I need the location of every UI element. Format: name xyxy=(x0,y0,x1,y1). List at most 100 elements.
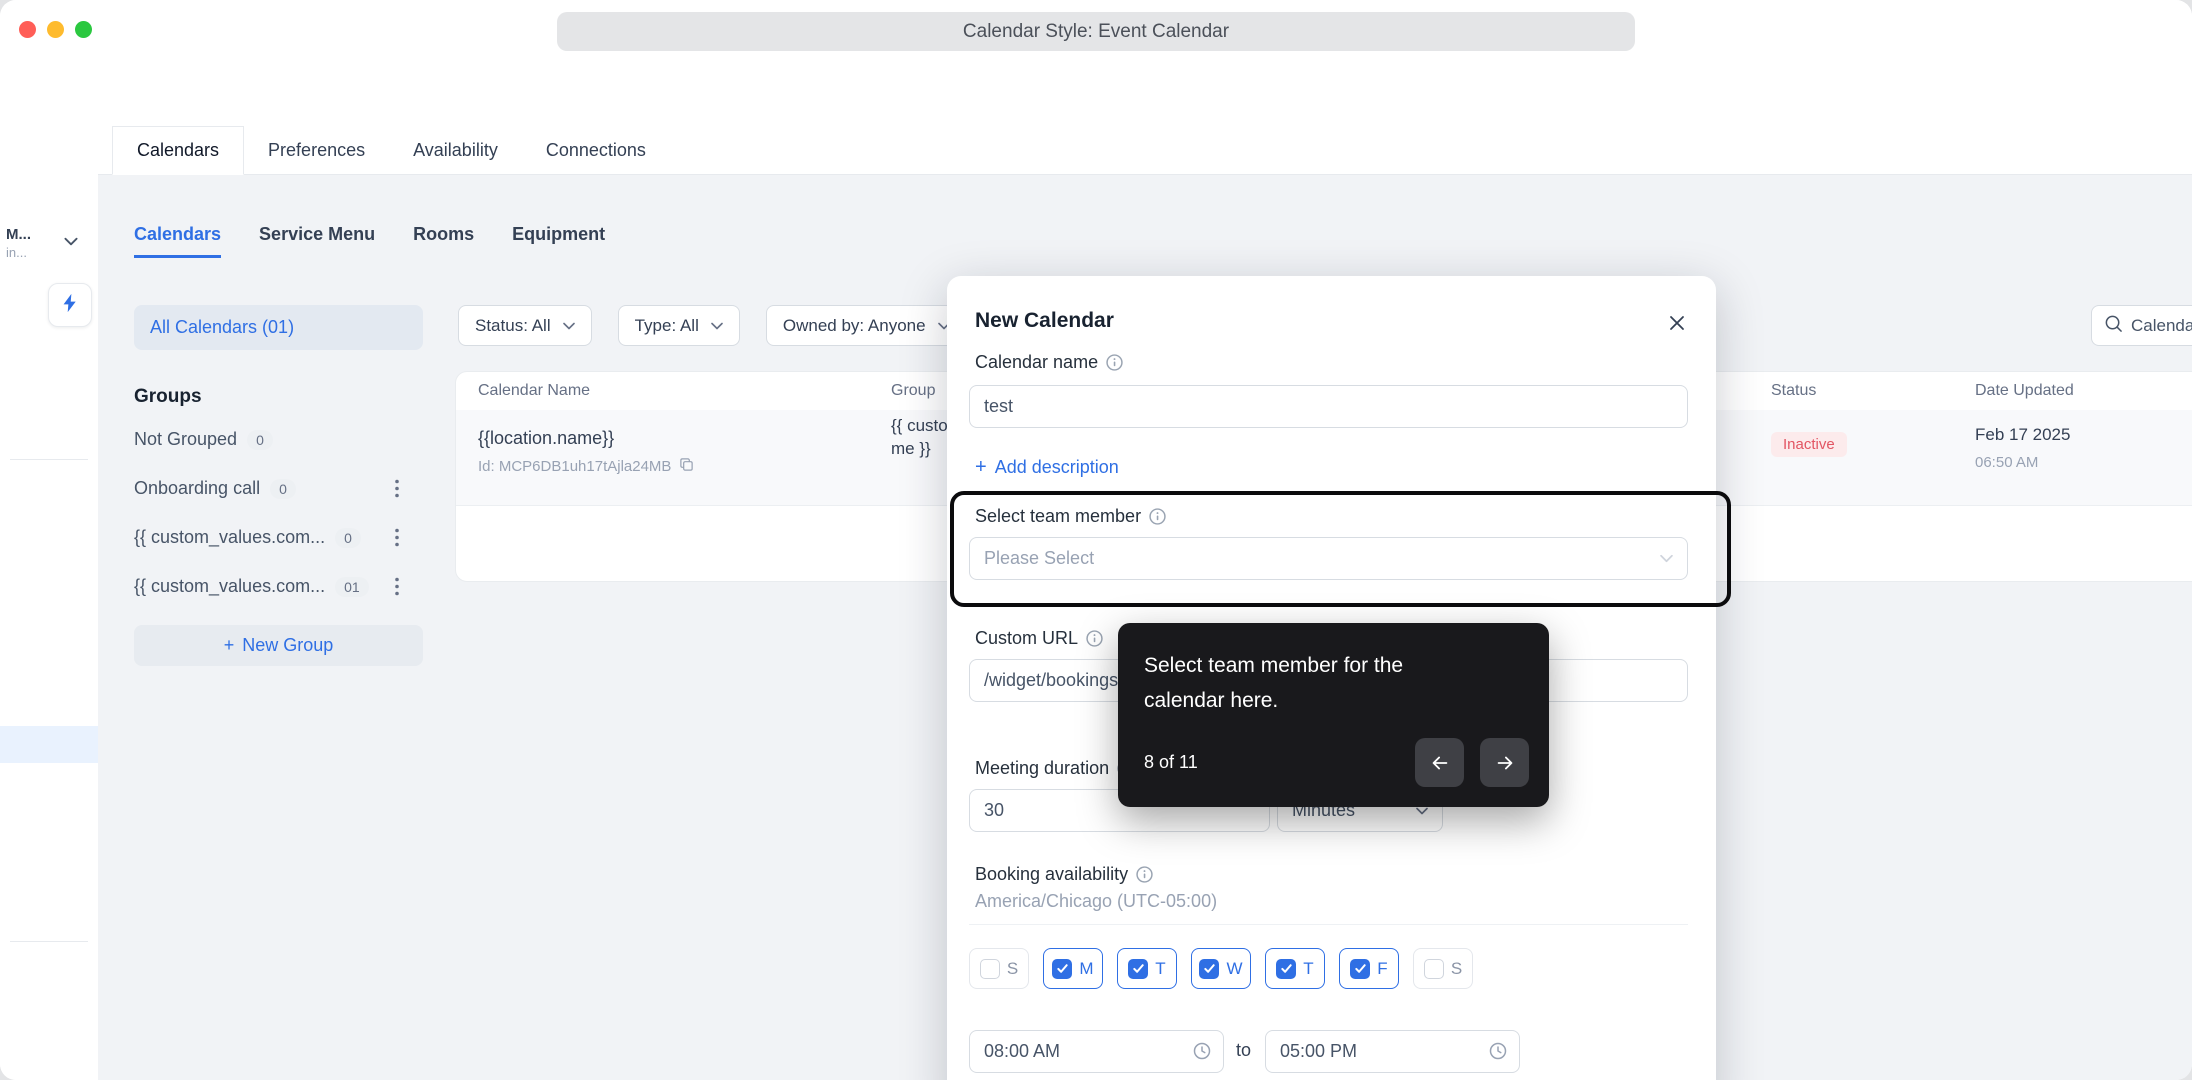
day-toggle-2[interactable]: T xyxy=(1117,948,1177,989)
subtab-calendars[interactable]: Calendars xyxy=(134,224,221,258)
booking-availability-label: Booking availability xyxy=(975,863,1153,885)
owned-by-filter[interactable]: Owned by: Anyone xyxy=(766,305,967,346)
tour-next-button[interactable] xyxy=(1480,738,1529,787)
new-group-button[interactable]: + New Group xyxy=(134,625,423,666)
info-icon xyxy=(1086,630,1103,647)
calendar-name-cell[interactable]: {{location.name}} xyxy=(478,428,614,449)
day-label: S xyxy=(1451,959,1462,979)
group-name: Onboarding call xyxy=(134,478,260,499)
booking-days-row: SMTWTFS xyxy=(969,948,1473,989)
minimize-window-button[interactable] xyxy=(47,21,64,38)
info-icon xyxy=(1149,508,1166,525)
day-toggle-1[interactable]: M xyxy=(1043,948,1103,989)
checkbox-checked-icon xyxy=(1276,959,1296,979)
chevron-down-icon xyxy=(711,322,723,330)
tour-prev-button[interactable] xyxy=(1415,738,1464,787)
day-label: S xyxy=(1007,959,1018,979)
lightning-icon xyxy=(59,292,81,319)
team-member-placeholder: Please Select xyxy=(984,548,1094,569)
tab-availability[interactable]: Availability xyxy=(389,126,522,174)
group-count-badge: 0 xyxy=(247,430,273,450)
custom-url-label-text: Custom URL xyxy=(975,628,1078,649)
calendar-id-cell: Id: MCP6DB1uh17tAjla24MB xyxy=(478,457,694,476)
date-updated-cell: Feb 17 2025 xyxy=(1975,425,2070,445)
chevron-down-icon xyxy=(563,322,575,330)
subtab-rooms[interactable]: Rooms xyxy=(413,224,474,258)
checkbox-unchecked-icon xyxy=(1424,959,1444,979)
type-filter-label: Type: All xyxy=(635,316,699,336)
group-item-2[interactable]: Onboarding call0 xyxy=(134,464,423,513)
automation-shortcut[interactable] xyxy=(48,283,92,327)
kebab-menu-icon[interactable] xyxy=(395,577,399,601)
add-description-text: Add description xyxy=(995,457,1119,478)
day-label: T xyxy=(1303,959,1313,979)
zoom-window-button[interactable] xyxy=(75,21,92,38)
copy-icon[interactable] xyxy=(679,457,694,476)
time-from-input[interactable] xyxy=(969,1030,1224,1073)
calendar-name-input[interactable] xyxy=(969,385,1688,428)
new-group-label: New Group xyxy=(242,635,333,656)
settings-tabs: Calendars Preferences Availability Conne… xyxy=(98,126,2192,175)
day-toggle-4[interactable]: T xyxy=(1265,948,1325,989)
team-member-label-text: Select team member xyxy=(975,506,1141,527)
plus-icon: + xyxy=(975,456,987,479)
kebab-menu-icon[interactable] xyxy=(395,479,399,503)
to-label: to xyxy=(1236,1040,1251,1061)
location-subtext: in... xyxy=(6,245,31,260)
calendar-name-label: Calendar name xyxy=(975,351,1123,373)
tour-step-counter: 8 of 11 xyxy=(1144,752,1198,773)
group-item-3[interactable]: {{ custom_values.com...0 xyxy=(134,513,423,562)
day-toggle-5[interactable]: F xyxy=(1339,948,1399,989)
tab-preferences[interactable]: Preferences xyxy=(244,126,389,174)
info-icon xyxy=(1106,354,1123,371)
col-header-date-updated: Date Updated xyxy=(1975,382,2074,400)
owned-by-filter-label: Owned by: Anyone xyxy=(783,316,926,336)
search-input[interactable] xyxy=(2131,316,2192,336)
search-icon xyxy=(2104,314,2123,338)
titlebar: Calendar Style: Event Calendar xyxy=(0,0,2192,63)
day-label: W xyxy=(1226,959,1242,979)
tour-footer: 8 of 11 xyxy=(1144,738,1529,787)
subtab-service-menu[interactable]: Service Menu xyxy=(259,224,375,258)
calendar-search xyxy=(2091,305,2192,346)
sidebar-divider xyxy=(10,941,88,942)
tab-connections[interactable]: Connections xyxy=(522,126,670,174)
type-filter[interactable]: Type: All xyxy=(618,305,740,346)
tab-calendars[interactable]: Calendars xyxy=(112,126,244,175)
app-window: Calendar Style: Event Calendar M... in..… xyxy=(0,0,2192,1080)
add-description-link[interactable]: + Add description xyxy=(975,456,1119,478)
location-name: M... xyxy=(6,226,31,243)
calendar-id-text: Id: MCP6DB1uh17tAjla24MB xyxy=(478,458,671,475)
col-header-calendar-name: Calendar Name xyxy=(478,382,590,400)
meeting-duration-label-text: Meeting duration xyxy=(975,758,1109,779)
kebab-menu-icon[interactable] xyxy=(395,528,399,552)
close-window-button[interactable] xyxy=(19,21,36,38)
day-toggle-6[interactable]: S xyxy=(1413,948,1473,989)
group-item-4[interactable]: {{ custom_values.com...01 xyxy=(134,562,423,611)
day-toggle-3[interactable]: W xyxy=(1191,948,1251,989)
tour-nav xyxy=(1415,738,1529,787)
time-to-input[interactable] xyxy=(1265,1030,1520,1073)
team-member-select[interactable]: Please Select xyxy=(969,537,1688,580)
subtab-equipment[interactable]: Equipment xyxy=(512,224,605,258)
location-switcher[interactable]: M... in... xyxy=(6,226,31,260)
tour-tooltip: Select team member for the calendar here… xyxy=(1118,623,1549,807)
day-toggle-0[interactable]: S xyxy=(969,948,1029,989)
checkbox-checked-icon xyxy=(1052,959,1072,979)
timezone-text: America/Chicago (UTC-05:00) xyxy=(975,890,1217,912)
group-item-1[interactable]: Not Grouped0 xyxy=(134,415,423,464)
close-icon[interactable] xyxy=(1666,312,1688,334)
chevron-down-icon xyxy=(64,233,78,251)
group-cell: {{ custome }} xyxy=(891,414,955,460)
all-calendars-button[interactable]: All Calendars (01) xyxy=(134,305,423,350)
groups-panel: All Calendars (01) Groups Not Grouped0On… xyxy=(134,305,423,666)
group-count-badge: 0 xyxy=(335,528,361,548)
group-name: {{ custom_values.com... xyxy=(134,576,325,597)
status-badge: Inactive xyxy=(1771,432,1847,457)
day-label: T xyxy=(1155,959,1165,979)
sidebar-active-item[interactable] xyxy=(0,726,98,763)
filter-bar: Status: All Type: All Owned by: Anyone xyxy=(458,305,967,346)
status-filter[interactable]: Status: All xyxy=(458,305,592,346)
checkbox-checked-icon xyxy=(1128,959,1148,979)
chevron-down-icon xyxy=(1660,554,1673,563)
